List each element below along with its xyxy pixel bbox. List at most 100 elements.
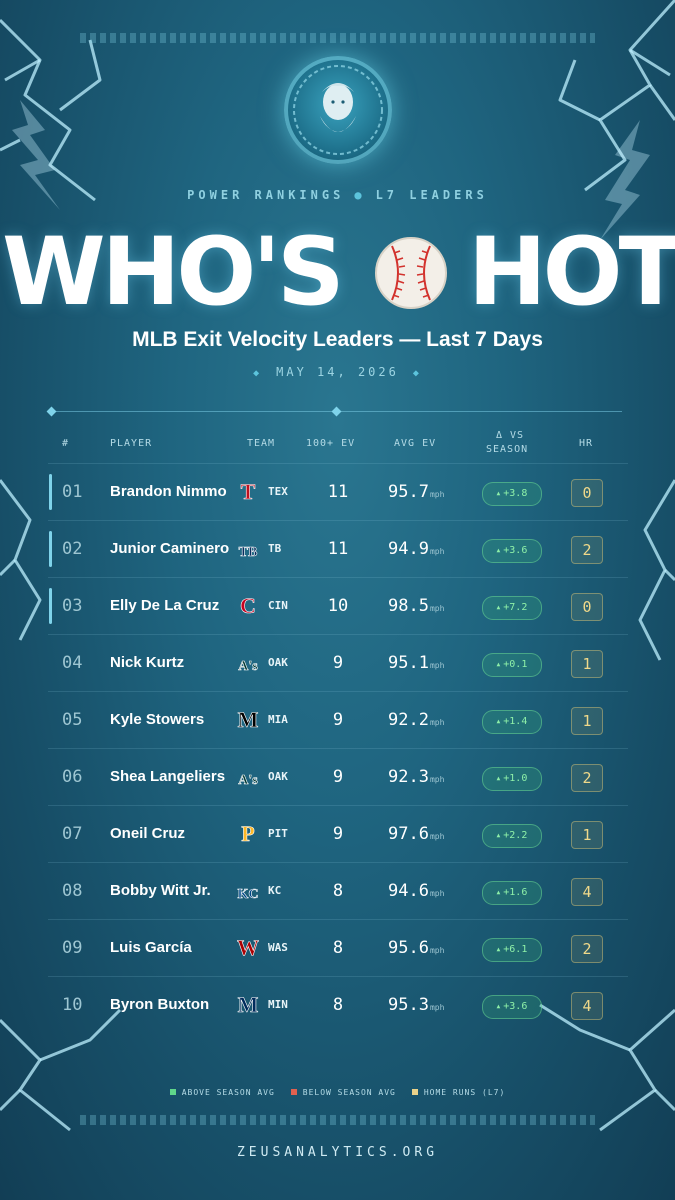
team-logo-letter: M [238, 992, 259, 1017]
delta-badge: ▲ +3.6 [482, 995, 542, 1019]
hero-word-left: WHO'S [2, 218, 345, 327]
hero-word-right: HOT [468, 218, 675, 327]
ev100-count: 11 [327, 482, 349, 502]
hr-badge: 0 [571, 593, 603, 621]
legend-label: HOME RUNS (L7) [423, 1088, 506, 1097]
unit-label: mph [429, 547, 445, 556]
team-logo-icon: A's [238, 659, 259, 675]
ev100-count: 9 [332, 824, 344, 844]
team-logo-icon: KC [237, 887, 259, 903]
avg-ev-value: 94.9 [388, 539, 429, 559]
hero-title: WHO'S HOT [0, 218, 675, 328]
avg-ev-value: 92.3 [388, 767, 429, 787]
table-row: 05 Kyle Stowers M MIA 9 92.2mph ▲ +1.4 1 [48, 691, 628, 748]
delta-badge: ▲ +3.8 [482, 482, 542, 506]
baseball-icon [375, 237, 447, 309]
delta-badge: ▲ +3.6 [482, 539, 542, 563]
avg-ev-value: 95.1 [388, 653, 429, 673]
team-logo-letter: P [241, 821, 254, 846]
date-text: MAY 14, 2026 [276, 365, 399, 379]
hr-badge: 4 [571, 992, 603, 1020]
legend-swatch [169, 1088, 176, 1095]
divider-dot [46, 406, 57, 417]
avg-ev-value: 94.6 [388, 881, 429, 901]
team-logo-icon: W [237, 935, 260, 961]
table-row: 01 Brandon Nimmo T TEX 11 95.7mph ▲ +3.8 0 [48, 463, 628, 520]
avg-ev-value: 95.3 [388, 995, 429, 1015]
ev100-count: 8 [332, 938, 344, 958]
rank-number: 05 [62, 710, 83, 730]
player-name: Luis García [110, 939, 192, 956]
zeus-logo [284, 56, 392, 164]
avg-ev: 92.2mph [388, 692, 444, 748]
unit-label: mph [429, 775, 445, 784]
rank-number: 10 [62, 995, 83, 1015]
table-row: 04 Nick Kurtz A's OAK 9 95.1mph ▲ +0.1 1 [48, 634, 628, 691]
rank-number: 06 [62, 767, 83, 787]
team-logo-icon: M [237, 992, 259, 1018]
legend-item: ABOVE SEASON AVG [169, 1088, 275, 1097]
avg-ev: 94.9mph [388, 521, 444, 577]
avg-ev: 94.6mph [388, 863, 444, 919]
team-logo-icon: T [240, 479, 256, 505]
hr-badge: 2 [571, 764, 603, 792]
player-name: Brandon Nimmo [110, 483, 227, 500]
unit-label: mph [429, 661, 445, 670]
ev100-count: 9 [332, 767, 344, 787]
table-row: 10 Byron Buxton M MIN 8 95.3mph ▲ +3.6 4 [48, 976, 628, 1033]
team-logo-letter: A's [238, 773, 258, 788]
footer-url: ZEUSANALYTICS.ORG [236, 1145, 439, 1160]
infographic: POWER RANKINGS ● L7 LEADERS WHO'S HOT MLB … [0, 0, 675, 1200]
delta-value: +3.6 [503, 1001, 528, 1012]
team-logo-letter: KC [238, 887, 259, 902]
greek-key-border-bottom [80, 1115, 595, 1125]
team-logo-icon: TB [238, 545, 257, 561]
up-arrow-icon: ▲ [496, 604, 501, 611]
rank-number: 02 [62, 539, 83, 559]
avg-ev-value: 92.2 [388, 710, 429, 730]
table-row: 06 Shea Langeliers A's OAK 9 92.3mph ▲ +1.0 2 [48, 748, 628, 805]
eyebrow-left: POWER RANKINGS [187, 188, 345, 202]
delta-value: +3.8 [503, 488, 528, 499]
hr-badge: 2 [571, 536, 603, 564]
legend-label: BELOW SEASON AVG [302, 1088, 396, 1097]
rank-number: 04 [62, 653, 83, 673]
unit-label: mph [429, 490, 445, 499]
player-name: Byron Buxton [110, 996, 210, 1013]
diamond-icon: ◆ [412, 368, 422, 379]
team-abbr: MIA [268, 713, 288, 726]
team-abbr: CIN [268, 599, 288, 612]
legend-swatch [290, 1088, 297, 1095]
delta-value: +6.1 [503, 944, 528, 955]
team-abbr: OAK [268, 656, 288, 669]
legend-swatch [411, 1088, 418, 1095]
player-name: Bobby Witt Jr. [110, 882, 211, 899]
ev100-count: 9 [332, 653, 344, 673]
ev100-count: 9 [332, 710, 344, 730]
legend-item: HOME RUNS (L7) [411, 1088, 506, 1097]
up-arrow-icon: ▲ [496, 832, 501, 839]
unit-label: mph [429, 604, 445, 613]
table-header: # PLAYER TEAM 100+ EV AVG EV Δ VS SEASON… [48, 430, 628, 460]
unit-label: mph [429, 718, 445, 727]
up-arrow-icon: ▲ [496, 490, 501, 497]
table-row: 07 Oneil Cruz P PIT 9 97.6mph ▲ +2.2 1 [48, 805, 628, 862]
delta-badge: ▲ +1.0 [482, 767, 542, 791]
header-ev100: 100+ EV [306, 438, 356, 449]
avg-ev: 95.6mph [388, 920, 444, 976]
table-row: 08 Bobby Witt Jr. KC KC 8 94.6mph ▲ +1.6 4 [48, 862, 628, 919]
up-arrow-icon: ▲ [496, 547, 501, 554]
header-delta-line1: Δ VS [496, 430, 525, 441]
avg-ev-value: 95.6 [388, 938, 429, 958]
hr-badge: 4 [571, 878, 603, 906]
player-name: Elly De La Cruz [110, 597, 220, 614]
player-name: Kyle Stowers [110, 711, 205, 728]
delta-badge: ▲ +7.2 [482, 596, 542, 620]
up-arrow-icon: ▲ [496, 946, 501, 953]
hr-badge: 1 [571, 707, 603, 735]
leaderboard-table: 01 Brandon Nimmo T TEX 11 95.7mph ▲ +3.8 0 02 Juni… [48, 463, 628, 1033]
legend: ABOVE SEASON AVG BELOW SEASON AVG HOME RUN… [0, 1088, 675, 1097]
ev100-count: 10 [327, 596, 349, 616]
avg-ev: 95.3mph [388, 977, 444, 1033]
avg-ev: 95.7mph [388, 464, 444, 520]
